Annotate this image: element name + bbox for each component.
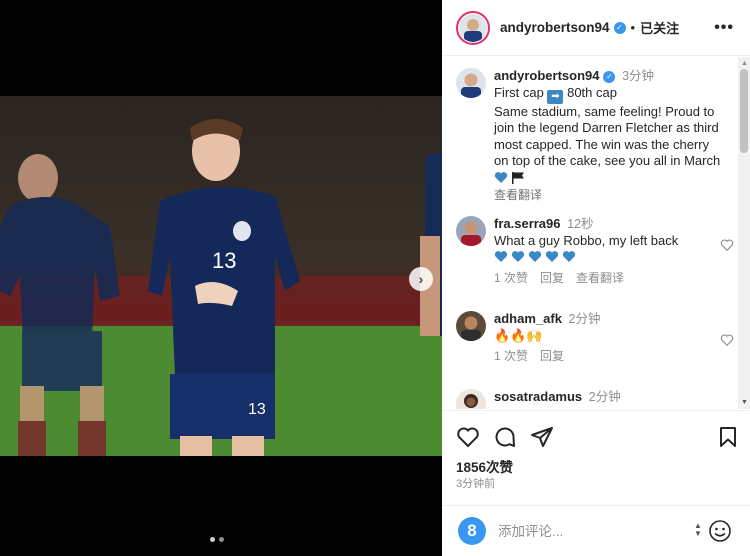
save-bookmark-icon[interactable] bbox=[716, 425, 740, 449]
comment-meta: 1 次赞 回复 bbox=[494, 348, 722, 365]
post-time: 3分钟前 bbox=[456, 478, 496, 490]
caption-body: andyrobertson94 ✓ 3分钟 First cap ➡ 80th ca… bbox=[494, 68, 722, 203]
comment-reply-button[interactable]: 回复 bbox=[540, 270, 564, 287]
comment-likes-count[interactable]: 1 次赞 bbox=[494, 270, 528, 287]
viewer-avatar: 8 bbox=[458, 517, 486, 545]
commenter-avatar[interactable] bbox=[456, 311, 486, 341]
svg-text:13: 13 bbox=[248, 401, 266, 418]
commenter-avatar[interactable] bbox=[456, 389, 486, 409]
post-header: andyrobertson94 ✓ • 已关注 ••• bbox=[442, 0, 750, 56]
carousel-next-button[interactable]: › bbox=[409, 267, 433, 291]
comment-username[interactable]: sosatradamus bbox=[494, 389, 582, 404]
caption-text: Same stadium, same feeling! Proud to joi… bbox=[494, 103, 721, 169]
comments-list: andyrobertson94 ✓ 3分钟 First cap ➡ 80th ca… bbox=[442, 57, 739, 409]
avatar-image bbox=[456, 311, 486, 341]
blue-heart-icon bbox=[528, 251, 542, 263]
black-flag-icon bbox=[512, 171, 524, 184]
comment-composer: 8 ▲▼ bbox=[442, 505, 750, 556]
comment-username[interactable]: fra.serra96 bbox=[494, 216, 561, 231]
comment-body: adham_afk 2分钟 🔥🔥🙌 1 次赞 回复 bbox=[494, 311, 722, 365]
blue-heart-icon bbox=[545, 251, 559, 263]
comment-emoji-row bbox=[494, 249, 722, 266]
input-spinner-icon[interactable]: ▲ ▼ bbox=[694, 522, 702, 538]
like-heart-icon[interactable] bbox=[456, 425, 480, 449]
blue-heart-icon bbox=[494, 172, 508, 183]
comment-translate-link[interactable]: 查看翻译 bbox=[576, 270, 624, 287]
caption-first-cap: First cap bbox=[494, 84, 544, 100]
carousel-dot bbox=[219, 537, 224, 542]
blue-heart-icon bbox=[494, 251, 508, 263]
avatar-image bbox=[456, 216, 486, 246]
scroll-down-arrow-icon[interactable]: ▼ bbox=[741, 399, 748, 406]
comment-meta: 1 次赞 回复 查看翻译 bbox=[494, 270, 722, 287]
like-comment-heart-icon[interactable] bbox=[720, 333, 734, 347]
comment-username[interactable]: adham_afk bbox=[494, 311, 562, 326]
avatar-image bbox=[456, 389, 486, 409]
caption-username[interactable]: andyrobertson94 bbox=[494, 68, 599, 83]
comment-time: 2分钟 bbox=[568, 312, 601, 326]
blue-heart-icon bbox=[511, 251, 525, 263]
verified-badge-icon: ✓ bbox=[603, 70, 616, 83]
comment-time: 2分钟 bbox=[588, 390, 621, 404]
football-photo: 13 13 bbox=[0, 96, 442, 456]
caption-time: 3分钟 bbox=[622, 69, 655, 83]
author-avatar[interactable] bbox=[456, 68, 486, 98]
blue-heart-icon bbox=[562, 251, 576, 263]
comment-bubble-icon[interactable] bbox=[493, 425, 517, 449]
follow-button[interactable]: 已关注 bbox=[640, 18, 679, 37]
comment-reply-button[interactable]: 回复 bbox=[540, 348, 564, 365]
caption-80th-cap: 80th cap bbox=[567, 84, 617, 100]
more-options-icon[interactable]: ••• bbox=[714, 19, 734, 37]
comment-time: 12秒 bbox=[567, 217, 594, 231]
svg-text:13: 13 bbox=[212, 248, 236, 273]
likes-count[interactable]: 1856次赞 bbox=[456, 456, 513, 476]
commenter-avatar[interactable] bbox=[456, 216, 486, 246]
post-media: 13 13 › bbox=[0, 0, 442, 556]
carousel-dots bbox=[210, 537, 224, 542]
header-separator: • bbox=[630, 20, 636, 35]
author-avatar[interactable] bbox=[456, 10, 490, 45]
avatar-image bbox=[459, 13, 487, 42]
caption-translate-link[interactable]: 查看翻译 bbox=[494, 187, 722, 204]
scroll-up-arrow-icon[interactable]: ▲ bbox=[741, 60, 748, 67]
right-arrow-icon: ➡ bbox=[547, 89, 564, 104]
author-username[interactable]: andyrobertson94 bbox=[500, 20, 610, 35]
comment-body: sosatradamus 2分钟 bbox=[494, 389, 722, 406]
carousel-dot bbox=[210, 537, 215, 542]
comment-body: fra.serra96 12秒 What a guy Robbo, my lef… bbox=[494, 216, 722, 286]
share-send-icon[interactable] bbox=[530, 425, 554, 449]
add-comment-input[interactable] bbox=[498, 520, 678, 542]
avatar-image bbox=[456, 68, 486, 98]
post-photo[interactable]: 13 13 bbox=[0, 96, 442, 456]
comment-text: What a guy Robbo, my left back bbox=[494, 232, 679, 248]
post-panel: andyrobertson94 ✓ • 已关注 ••• andyrobertso… bbox=[442, 0, 750, 556]
comment-likes-count[interactable]: 1 次赞 bbox=[494, 348, 528, 365]
scroll-thumb[interactable] bbox=[740, 69, 748, 153]
verified-badge-icon: ✓ bbox=[613, 21, 626, 34]
comment-text: 🔥🔥🙌 bbox=[494, 327, 543, 343]
comments-scrollbar[interactable]: ▲ ▼ bbox=[738, 57, 750, 409]
emoji-picker-icon[interactable] bbox=[708, 519, 732, 543]
like-comment-heart-icon[interactable] bbox=[720, 238, 734, 252]
post-actions: 1856次赞 3分钟前 bbox=[442, 410, 750, 510]
